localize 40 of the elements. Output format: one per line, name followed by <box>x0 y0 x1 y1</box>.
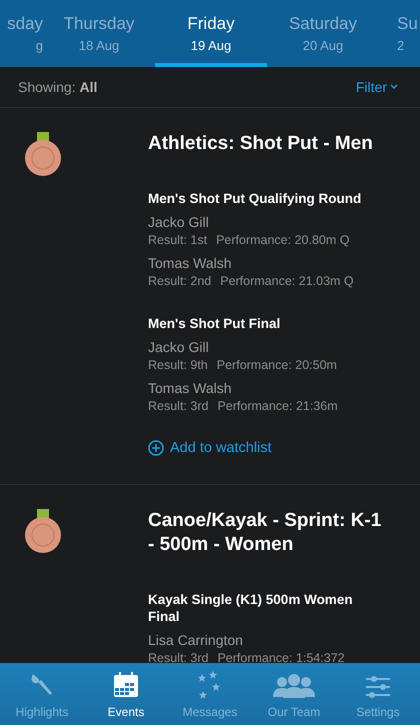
day-tab[interactable]: Su 2 <box>379 0 420 67</box>
add-to-watchlist-link[interactable]: Add to watchlist <box>148 440 272 456</box>
athlete-name: Tomas Walsh <box>148 379 233 398</box>
athlete-name: Tomas Walsh <box>148 254 233 273</box>
result-text: Result: 1st <box>148 232 208 248</box>
tab-bar-item[interactable]: Messages <box>168 663 252 725</box>
calendar-icon <box>112 671 140 699</box>
medal-icon <box>24 132 62 178</box>
people-icon <box>272 673 316 699</box>
result-text: Result: 3rd <box>148 650 208 663</box>
athlete-name: Jacko Gill <box>148 213 210 232</box>
plus-circle-icon <box>148 440 164 456</box>
filter-button[interactable]: Filter <box>356 79 398 95</box>
round-name: Men's Shot Put Final <box>148 315 282 332</box>
round-name: Kayak Single (K1) 500m Women Final <box>148 591 354 625</box>
performance-text: Performance: 20:50m <box>216 357 337 373</box>
performance-text: Performance: 20.80m Q <box>216 232 350 248</box>
round-name: Men's Shot Put Qualifying Round <box>148 190 362 207</box>
tab-bar-item[interactable]: Events <box>84 663 168 725</box>
day-tab[interactable]: Friday 19 Aug <box>155 0 267 67</box>
medal-icon <box>24 509 62 555</box>
day-tab[interactable]: sday g <box>0 0 43 67</box>
result-text: Result: 2nd <box>148 273 212 289</box>
tab-bar-item[interactable]: Highlights <box>0 663 84 725</box>
result-text: Result: 9th <box>148 357 208 373</box>
chevron-down-icon <box>390 84 398 90</box>
event-title: Canoe/Kayak - Sprint: K-1 - 500m - Women <box>148 509 382 557</box>
event-title: Athletics: Shot Put - Men <box>148 132 374 156</box>
performance-text: Performance: 21:36m <box>217 398 338 414</box>
tab-bar-item[interactable]: Our Team <box>252 663 336 725</box>
athlete-name: Jacko Gill <box>148 338 210 357</box>
sliders-icon <box>365 675 391 699</box>
day-tab[interactable]: Saturday 20 Aug <box>267 0 379 67</box>
showing-label: Showing: All <box>18 79 98 95</box>
day-tab[interactable]: Thursday 18 Aug <box>43 0 155 67</box>
performance-text: Performance: 21.03m Q <box>220 273 354 289</box>
performance-text: Performance: 1:54:372 <box>217 650 345 663</box>
tab-bar-item[interactable]: Settings <box>336 663 420 725</box>
result-text: Result: 3rd <box>148 398 208 414</box>
athlete-name: Lisa Carrington <box>148 631 244 650</box>
